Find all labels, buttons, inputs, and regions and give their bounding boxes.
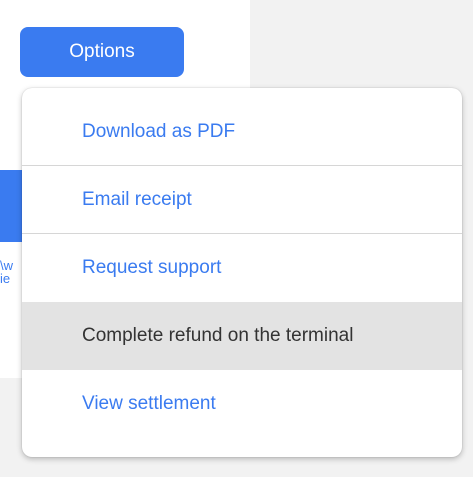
menu-item-view-settlement[interactable]: View settlement xyxy=(22,370,462,438)
peek-text-line-2: ie xyxy=(0,271,11,285)
menu-item-request-support[interactable]: Request support xyxy=(22,234,462,302)
partially-hidden-text: \w ie xyxy=(0,259,22,285)
options-button[interactable]: Options xyxy=(20,27,184,77)
menu-item-download-pdf[interactable]: Download as PDF xyxy=(22,88,462,166)
menu-item-complete-refund[interactable]: Complete refund on the terminal xyxy=(22,302,462,370)
options-dropdown-menu: Download as PDF Email receipt Request su… xyxy=(22,88,462,457)
partially-hidden-button[interactable] xyxy=(0,170,22,242)
menu-item-email-receipt[interactable]: Email receipt xyxy=(22,166,462,234)
